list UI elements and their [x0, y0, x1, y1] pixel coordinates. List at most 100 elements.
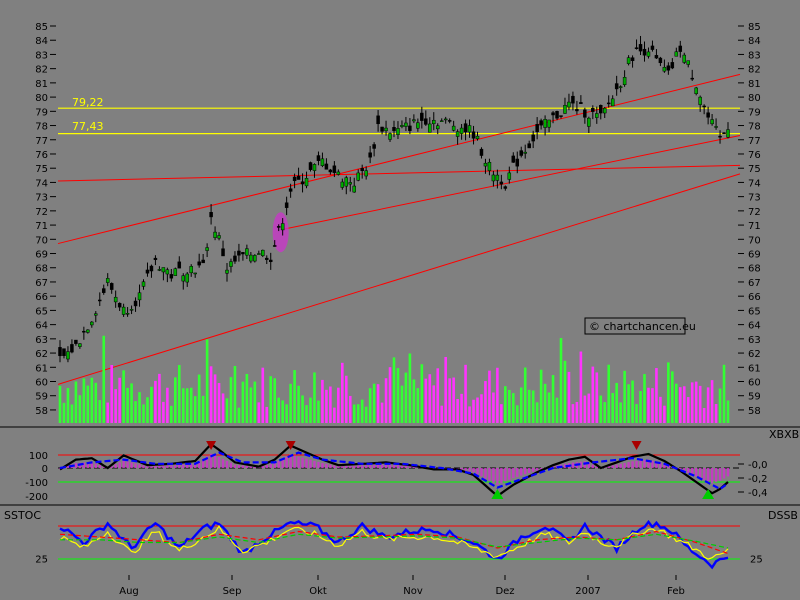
histogram-bar: [504, 468, 507, 482]
candle-body: [336, 171, 341, 175]
candle-body: [571, 95, 575, 104]
volume-bar: [154, 380, 157, 423]
histogram-bar: [392, 465, 396, 468]
xbxb-left-tick: 100: [29, 451, 48, 462]
y-tick-label-right: 76: [748, 150, 761, 161]
volume-bar: [348, 395, 352, 423]
candle-body: [101, 288, 106, 293]
histogram-bar: [134, 463, 137, 468]
histogram-bar: [376, 464, 380, 468]
candle-body: [268, 259, 273, 263]
candle-body: [169, 274, 174, 279]
volume-bar: [388, 367, 392, 423]
candle-body: [519, 150, 523, 156]
candle-body: [614, 83, 619, 90]
volume-bar: [591, 366, 595, 423]
volume-bar: [714, 404, 718, 423]
candle-body: [229, 261, 233, 267]
volume-bar: [523, 367, 527, 423]
candle-body: [726, 129, 730, 138]
candle-body: [702, 105, 706, 108]
candle-body: [352, 185, 356, 193]
volume-bar: [408, 353, 412, 423]
candle-body: [587, 117, 591, 127]
volume-bar: [62, 402, 66, 423]
histogram-bar: [305, 458, 308, 468]
volume-bar: [281, 400, 284, 423]
candle-body: [181, 275, 186, 282]
candle-body: [189, 266, 193, 274]
volume-bar: [86, 385, 90, 423]
candle-body: [241, 252, 245, 255]
x-tick-label: Feb: [667, 586, 685, 597]
candle-body: [161, 267, 166, 273]
histogram-bar: [329, 464, 332, 468]
volume-bar: [563, 360, 567, 423]
volume-bar: [368, 388, 372, 423]
candle-body: [487, 161, 492, 171]
volume-bar: [213, 374, 217, 423]
volume-bar: [698, 385, 702, 423]
y-tick-label-right: 65: [748, 306, 761, 317]
volume-bar: [126, 387, 129, 423]
candle-body: [237, 250, 241, 256]
histogram-bar: [364, 465, 368, 468]
volume-bar: [643, 374, 646, 423]
histogram-bar: [126, 461, 129, 468]
volume-bar: [193, 396, 197, 423]
candle-body: [499, 181, 504, 185]
histogram-bar: [245, 465, 249, 468]
volume-bar: [237, 407, 241, 423]
y-tick-label-left: 71: [35, 221, 48, 232]
volume-bar: [265, 406, 269, 423]
y-tick-label-right: 69: [748, 250, 761, 261]
candle-body: [344, 177, 349, 187]
candle-body: [157, 269, 162, 271]
volume-bar: [356, 404, 360, 423]
candle-body: [714, 126, 718, 128]
candle-body: [296, 175, 301, 180]
histogram-bar: [150, 466, 153, 468]
volume-bar: [289, 383, 292, 423]
candle-body: [443, 118, 448, 121]
volume-bar: [404, 372, 408, 423]
volume-bar: [106, 402, 110, 423]
y-tick-label-left: 83: [35, 50, 48, 61]
histogram-bar: [531, 468, 535, 472]
y-tick-label-right: 67: [748, 278, 761, 289]
volume-bar: [78, 395, 82, 423]
candle-body: [109, 283, 114, 290]
histogram-bar: [372, 465, 376, 468]
y-tick-label-left: 64: [35, 321, 48, 332]
volume-bar: [166, 387, 169, 423]
histogram-bar: [98, 465, 101, 468]
candle-body: [559, 115, 563, 117]
histogram-bar: [360, 465, 364, 468]
histogram-bar: [623, 462, 626, 468]
histogram-bar: [309, 459, 312, 468]
volume-bar: [615, 382, 618, 423]
volume-bar: [511, 393, 515, 423]
volume-bar: [432, 385, 436, 423]
histogram-bar: [297, 456, 300, 468]
volume-bar: [293, 370, 296, 423]
candle-body: [58, 347, 62, 357]
candle-body: [491, 174, 496, 182]
volume-bar: [245, 373, 249, 423]
candle-body: [284, 202, 289, 208]
candle-body: [634, 47, 639, 49]
candle-body: [185, 273, 189, 283]
volume-bar: [221, 393, 225, 423]
candle-body: [288, 188, 293, 192]
volume-bar: [671, 371, 674, 423]
volume-bar: [436, 368, 440, 423]
volume-bar: [555, 397, 559, 423]
y-tick-label-right: 62: [748, 349, 761, 360]
candle-body: [642, 48, 647, 56]
candle-body: [455, 131, 460, 137]
volume-bar: [527, 389, 531, 423]
volume-bar: [110, 364, 113, 423]
y-tick-label-left: 84: [35, 36, 48, 47]
volume-bar: [372, 383, 376, 423]
candle-body: [428, 123, 432, 133]
